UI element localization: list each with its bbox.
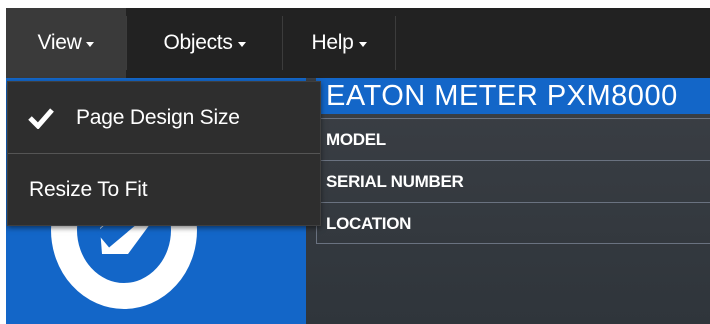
- menu-view-label: View: [37, 31, 82, 54]
- caret-down-icon: [86, 42, 95, 47]
- caret-down-icon: [237, 42, 246, 47]
- device-info-table: MODEL SERIAL NUMBER LOCATION: [316, 118, 710, 244]
- menubar: View Objects Help: [6, 8, 710, 78]
- menu-item-label: Resize To Fit: [29, 177, 148, 201]
- app-window: View Objects Help EATON METER PXM8000 MO…: [6, 8, 710, 324]
- menu-item-resize-to-fit[interactable]: Resize To Fit: [8, 154, 320, 225]
- device-panel: EATON METER PXM8000 MODEL SERIAL NUMBER …: [306, 78, 710, 324]
- caret-down-icon: [358, 42, 367, 47]
- view-dropdown-menu: Page Design Size Resize To Fit: [7, 81, 321, 226]
- menu-help[interactable]: Help: [283, 8, 395, 78]
- info-row-model: MODEL: [317, 119, 710, 161]
- info-row-location: LOCATION: [326, 214, 412, 233]
- menu-objects-label: Objects: [163, 31, 233, 54]
- device-title: EATON METER PXM8000: [316, 78, 710, 114]
- menu-item-label: Page Design Size: [76, 105, 240, 129]
- checkmark-icon: [28, 107, 54, 129]
- info-row-serial-number: SERIAL NUMBER: [317, 161, 710, 203]
- menu-help-label: Help: [311, 31, 354, 54]
- menu-view[interactable]: View: [6, 8, 126, 78]
- menu-item-page-design-size[interactable]: Page Design Size: [8, 82, 320, 153]
- menu-objects[interactable]: Objects: [127, 8, 282, 78]
- menu-divider: [395, 16, 396, 70]
